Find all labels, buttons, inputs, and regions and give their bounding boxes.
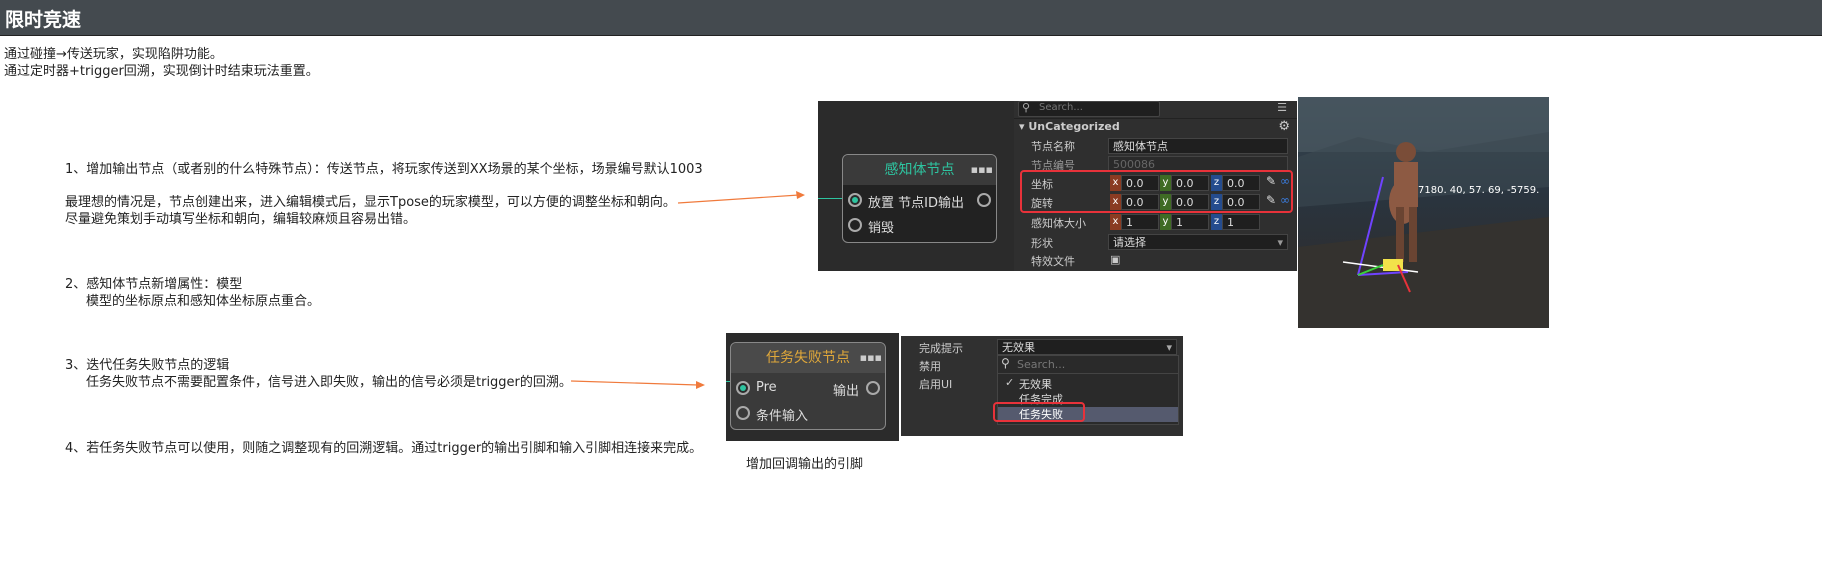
search-box[interactable]: ⚲ Search... bbox=[1018, 101, 1160, 117]
chevron-down-icon: ▾ bbox=[1277, 236, 1283, 249]
intro-line-2: 通过定时器+trigger回溯，实现倒计时结束玩法重置。 bbox=[4, 64, 319, 79]
section-title: 限时竞速 bbox=[5, 9, 82, 31]
axis-z-badge: z bbox=[1211, 214, 1222, 230]
intro-line-1: 通过碰撞→传送玩家，实现陷阱功能。 bbox=[4, 47, 223, 62]
collapse-arrow-icon: ▾ bbox=[1019, 120, 1029, 133]
label-shape: 形状 bbox=[1031, 237, 1053, 250]
label-node-name: 节点名称 bbox=[1031, 140, 1075, 153]
search-icon: ⚲ bbox=[1001, 356, 1010, 370]
pin-output[interactable] bbox=[866, 381, 880, 395]
pin-place-label: 放置 bbox=[868, 196, 895, 211]
list-view-icon[interactable]: ☰ bbox=[1277, 101, 1287, 114]
highlight-box-transform bbox=[1020, 170, 1293, 213]
label-disable: 禁用 bbox=[919, 360, 941, 373]
pin-place-input[interactable] bbox=[848, 193, 862, 207]
item-1-heading: 1、增加输出节点（或者别的什么特殊节点）：传送节点，将玩家传送到XX场景的某个坐… bbox=[65, 162, 703, 177]
completion-props-panel: 完成提示 禁用 启用UI 无效果 ▾ ⚲ Search... ✓ 无效果 任务完… bbox=[901, 336, 1183, 436]
pin-condition-label: 条件输入 bbox=[756, 409, 809, 424]
item-2-heading: 2、感知体节点新增属性：模型 bbox=[65, 277, 243, 292]
arrow-to-node1 bbox=[677, 191, 805, 204]
file-icon[interactable]: ▣ bbox=[1110, 253, 1120, 266]
label-size: 感知体大小 bbox=[1031, 217, 1086, 230]
axis-y-badge: y bbox=[1160, 214, 1171, 230]
pin-nodeid-output-label: 节点ID输出 bbox=[898, 196, 964, 211]
completion-select-value: 无效果 bbox=[1002, 341, 1035, 354]
pin-output-label: 输出 bbox=[832, 384, 859, 399]
item-2-detail: 模型的坐标原点和感知体坐标原点重合。 bbox=[86, 294, 321, 309]
comment-icon[interactable]: ▪▪▪ bbox=[860, 351, 882, 364]
search-input[interactable]: Search... bbox=[1039, 102, 1083, 113]
pin-pre-label: Pre bbox=[756, 380, 777, 395]
size-y[interactable]: 1 bbox=[1171, 214, 1209, 230]
pin-destroy-input[interactable] bbox=[848, 218, 862, 232]
search-icon: ⚲ bbox=[1022, 101, 1031, 114]
size-x[interactable]: 1 bbox=[1121, 214, 1159, 230]
shape-select[interactable]: 请选择 ▾ bbox=[1108, 234, 1288, 250]
option-no-effect[interactable]: 无效果 bbox=[1019, 376, 1052, 392]
connection-wire bbox=[818, 198, 844, 199]
axis-x-badge: x bbox=[1110, 214, 1121, 230]
mission-fail-node[interactable]: 任务失败节点 ▪▪▪ Pre 输出 条件输入 bbox=[730, 342, 886, 430]
viewport-coords: 7180. 40, 57. 69, -5759. bbox=[1418, 185, 1540, 196]
section-header: 限时竞速 bbox=[0, 0, 1822, 36]
label-enable-ui: 启用UI bbox=[919, 378, 953, 391]
viewport-scene bbox=[1298, 97, 1549, 328]
perception-node[interactable]: 感知体节点 ▪▪▪ 放置 节点ID输出 销毁 bbox=[842, 154, 997, 243]
item-4-heading: 4、若任务失败节点可以使用，则随之调整现有的回溯逻辑。通过trigger的输出引… bbox=[65, 441, 703, 456]
gear-icon[interactable]: ⚙ bbox=[1278, 119, 1290, 134]
completion-select[interactable]: 无效果 ▾ bbox=[997, 339, 1177, 355]
highlight-box-mission-fail bbox=[993, 402, 1085, 422]
comment-icon[interactable]: ▪▪▪ bbox=[971, 163, 993, 176]
checkmark-icon: ✓ bbox=[1005, 376, 1015, 389]
caption: 增加回调输出的引脚 bbox=[746, 457, 864, 472]
divider bbox=[998, 373, 1178, 374]
item-1-detail-2: 尽量避免策划手动填写坐标和朝向，编辑较麻烦且容易出错。 bbox=[65, 212, 417, 227]
item-3-detail: 任务失败节点不需要配置条件，信号进入即失败，输出的信号必须是trigger的回溯… bbox=[86, 375, 572, 390]
item-1-detail-1: 最理想的情况是，节点创建出来，进入编辑模式后，显示Tpose的玩家模型，可以方便… bbox=[65, 195, 676, 210]
pin-nodeid-output[interactable] bbox=[977, 193, 991, 207]
size-z[interactable]: 1 bbox=[1222, 214, 1260, 230]
divider bbox=[1014, 118, 1297, 119]
label-completion-hint: 完成提示 bbox=[919, 342, 963, 355]
property-panel: ⚲ Search... ☰ ▾ UnCategorized ⚙ 节点名称 感知体… bbox=[1014, 101, 1297, 271]
section-uncategorized[interactable]: ▾ UnCategorized bbox=[1019, 120, 1120, 133]
shape-select-value: 请选择 bbox=[1113, 236, 1146, 249]
arrow-to-node2 bbox=[570, 380, 705, 389]
dropdown-search-input[interactable]: Search... bbox=[1017, 358, 1065, 371]
pin-condition-input[interactable] bbox=[736, 406, 750, 420]
field-node-name[interactable]: 感知体节点 bbox=[1108, 138, 1288, 154]
label-fx-file: 特效文件 bbox=[1031, 255, 1075, 268]
item-3-heading: 3、迭代任务失败节点的逻辑 bbox=[65, 358, 230, 373]
chevron-down-icon: ▾ bbox=[1166, 341, 1172, 354]
pin-pre-input[interactable] bbox=[736, 381, 750, 395]
graph-panel-2: 任务失败节点 ▪▪▪ Pre 输出 条件输入 bbox=[726, 333, 899, 441]
graph-panel-1: 感知体节点 ▪▪▪ 放置 节点ID输出 销毁 bbox=[818, 101, 1014, 271]
pin-destroy-label: 销毁 bbox=[868, 221, 895, 236]
viewport-3d[interactable]: 7180. 40, 57. 69, -5759. bbox=[1298, 97, 1549, 328]
